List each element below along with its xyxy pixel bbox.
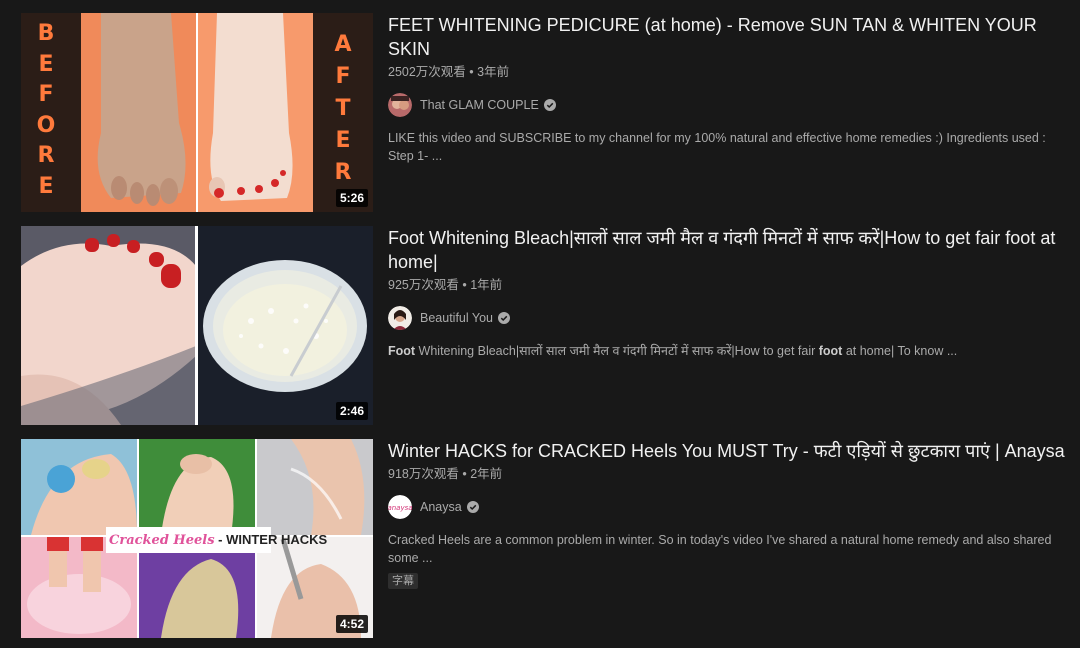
view-count: 918万次观看 <box>388 467 459 481</box>
meta-separator: • <box>462 467 467 481</box>
channel-info: Beautiful You <box>388 306 1068 330</box>
svg-text:anaysa: anaysa <box>388 504 412 512</box>
thumbnail-after-text: AFTER <box>334 32 352 185</box>
description-text: Whitening Bleach|सालों साल जमी मैल व गंद… <box>415 344 819 358</box>
video-description: Foot Whitening Bleach|सालों साल जमी मैल … <box>388 342 1068 360</box>
verified-check-icon <box>543 99 556 111</box>
video-description: Cracked Heels are a common problem in wi… <box>388 533 1052 565</box>
video-info-2: Foot Whitening Bleach|सालों साल जमी मैल … <box>388 226 1068 360</box>
upload-age: 1年前 <box>470 278 503 292</box>
video-metadata: 925万次观看 • 1年前 <box>388 276 1068 294</box>
video-result-2: 2:46 Foot Whitening Bleach|सालों साल जमी… <box>0 226 1080 426</box>
channel-info: anaysa Anaysa <box>388 495 1068 519</box>
view-count: 2502万次观看 <box>388 65 466 79</box>
video-duration: 4:52 <box>335 615 368 633</box>
video-title[interactable]: FEET WHITENING PEDICURE (at home) - Remo… <box>388 13 1068 61</box>
thumbnail-banner-winter-hacks: - WINTER HACKS <box>214 532 328 547</box>
description-text: at home| To know ... <box>842 344 958 358</box>
view-count: 925万次观看 <box>388 278 459 292</box>
channel-avatar[interactable]: anaysa <box>388 495 412 519</box>
thumbnail-image-foot-bleach <box>21 226 373 425</box>
channel-info: That GLAM COUPLE <box>388 93 1068 117</box>
channel-avatar[interactable] <box>388 306 412 330</box>
thumbnail-image-feet-before-after <box>21 13 373 212</box>
video-result-1: BEFORE AFTER 5:26 FEET WHITENING PEDICUR… <box>0 13 1080 213</box>
thumbnail-before-text: BEFORE <box>36 21 56 199</box>
upload-age: 2年前 <box>470 467 503 481</box>
video-thumbnail-3[interactable]: Cracked Heels - WINTER HACKS 4:52 <box>21 439 373 638</box>
thumbnail-banner: Cracked Heels - WINTER HACKS <box>109 532 327 548</box>
channel-name[interactable]: Anaysa <box>420 500 462 514</box>
video-duration: 5:26 <box>335 189 368 207</box>
upload-age: 3年前 <box>477 65 510 79</box>
video-info-3: Winter HACKS for CRACKED Heels You MUST … <box>388 439 1068 589</box>
video-info-1: FEET WHITENING PEDICURE (at home) - Remo… <box>388 13 1068 165</box>
verified-check-icon <box>466 501 479 513</box>
video-metadata: 918万次观看 • 2年前 <box>388 465 1068 483</box>
verified-check-icon <box>498 312 510 324</box>
description-highlight: foot <box>818 344 843 358</box>
video-metadata: 2502万次观看 • 3年前 <box>388 63 1068 81</box>
meta-separator: • <box>469 65 474 79</box>
meta-separator: • <box>462 278 467 292</box>
channel-avatar[interactable] <box>388 93 412 117</box>
video-description: LIKE this video and SUBSCRIBE to my chan… <box>388 131 1046 163</box>
description-highlight: Foot <box>388 344 416 358</box>
video-title[interactable]: Foot Whitening Bleach|सालों साल जमी मैल … <box>388 226 1068 274</box>
video-result-3: Cracked Heels - WINTER HACKS 4:52 Winter… <box>0 439 1080 639</box>
video-title[interactable]: Winter HACKS for CRACKED Heels You MUST … <box>388 439 1068 463</box>
video-thumbnail-1[interactable]: BEFORE AFTER 5:26 <box>21 13 373 212</box>
channel-name[interactable]: Beautiful You <box>420 311 493 325</box>
search-results-list: BEFORE AFTER 5:26 FEET WHITENING PEDICUR… <box>0 0 1080 648</box>
video-duration: 2:46 <box>335 402 368 420</box>
subtitles-badge: 字幕 <box>388 573 418 589</box>
channel-name[interactable]: That GLAM COUPLE <box>420 98 539 112</box>
video-thumbnail-2[interactable]: 2:46 <box>21 226 373 425</box>
thumbnail-banner-cracked-heels: Cracked Heels <box>109 533 215 548</box>
